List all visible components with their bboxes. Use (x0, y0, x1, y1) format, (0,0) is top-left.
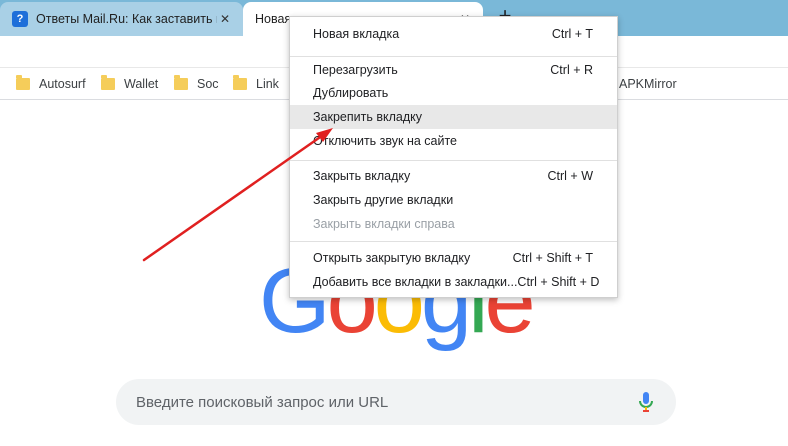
menu-item-label: Новая вкладка (313, 27, 400, 41)
menu-item-label: Перезагрузить (313, 63, 398, 77)
menu-item-label: Закрыть другие вкладки (313, 193, 454, 207)
bookmark-label: Wallet (124, 77, 159, 91)
menu-item-label: Открыть закрытую вкладку (313, 251, 471, 265)
search-input[interactable]: Введите поисковый запрос или URL (136, 394, 634, 411)
menu-item-label: Добавить все вкладки в закладки... (313, 275, 518, 289)
search-box[interactable]: Введите поисковый запрос или URL (116, 379, 676, 425)
menu-item-label: Дублировать (313, 86, 389, 100)
menu-item-mute-site[interactable]: Отключить звук на сайте (290, 129, 617, 153)
bookmark-autosurf[interactable]: Autosurf (16, 75, 86, 92)
menu-separator (290, 160, 617, 161)
folder-icon (174, 75, 188, 90)
menu-item-pin-tab[interactable]: Закрепить вкладку (290, 105, 617, 129)
microphone-icon[interactable] (634, 390, 658, 414)
bookmark-soc[interactable]: Soc (174, 75, 219, 92)
menu-separator (290, 56, 617, 57)
menu-item-shortcut: Ctrl + T (551, 27, 593, 41)
menu-item-close-tabs-right: Закрыть вкладки справа (290, 212, 617, 236)
bookmark-wallet[interactable]: Wallet (101, 75, 159, 92)
menu-item-bookmark-all-tabs[interactable]: Добавить все вкладки в закладки... Ctrl … (290, 270, 617, 294)
folder-icon (16, 75, 30, 90)
close-icon[interactable]: ✕ (217, 11, 233, 27)
menu-separator (290, 241, 617, 242)
bookmark-label: Link (256, 77, 279, 91)
tab-mail-ru[interactable]: ? Ответы Mail.Ru: Как заставить в ✕ (0, 2, 243, 36)
menu-item-close-other-tabs[interactable]: Закрыть другие вкладки (290, 188, 617, 212)
bookmark-label: Soc (197, 77, 219, 91)
menu-item-reopen-closed-tab[interactable]: Открыть закрытую вкладку Ctrl + Shift + … (290, 246, 617, 270)
tab-title: Ответы Mail.Ru: Как заставить в (36, 12, 217, 26)
menu-item-shortcut: Ctrl + Shift + T (512, 251, 593, 265)
question-icon: ? (12, 11, 28, 27)
menu-item-shortcut: Ctrl + W (547, 169, 593, 183)
bookmark-label: APKMirror (619, 77, 677, 91)
folder-icon (101, 75, 115, 90)
menu-item-label: Закрыть вкладку (313, 169, 411, 183)
menu-item-label: Отключить звук на сайте (313, 134, 457, 148)
menu-item-shortcut: Ctrl + R (550, 63, 593, 77)
menu-item-duplicate[interactable]: Дублировать (290, 81, 617, 105)
menu-item-new-tab[interactable]: Новая вкладка Ctrl + T (290, 22, 617, 46)
tab-context-menu: Новая вкладка Ctrl + T Перезагрузить Ctr… (289, 16, 618, 298)
folder-icon (233, 75, 247, 90)
menu-item-reload[interactable]: Перезагрузить Ctrl + R (290, 58, 617, 82)
menu-item-close-tab[interactable]: Закрыть вкладку Ctrl + W (290, 164, 617, 188)
bookmark-label: Autosurf (39, 77, 86, 91)
menu-item-label: Закрыть вкладки справа (313, 217, 455, 231)
menu-item-shortcut: Ctrl + Shift + D (517, 275, 600, 289)
menu-item-label: Закрепить вкладку (313, 110, 422, 124)
bookmark-link[interactable]: Link (233, 75, 279, 92)
bookmark-apkmirror[interactable]: APKMirror (619, 76, 677, 92)
